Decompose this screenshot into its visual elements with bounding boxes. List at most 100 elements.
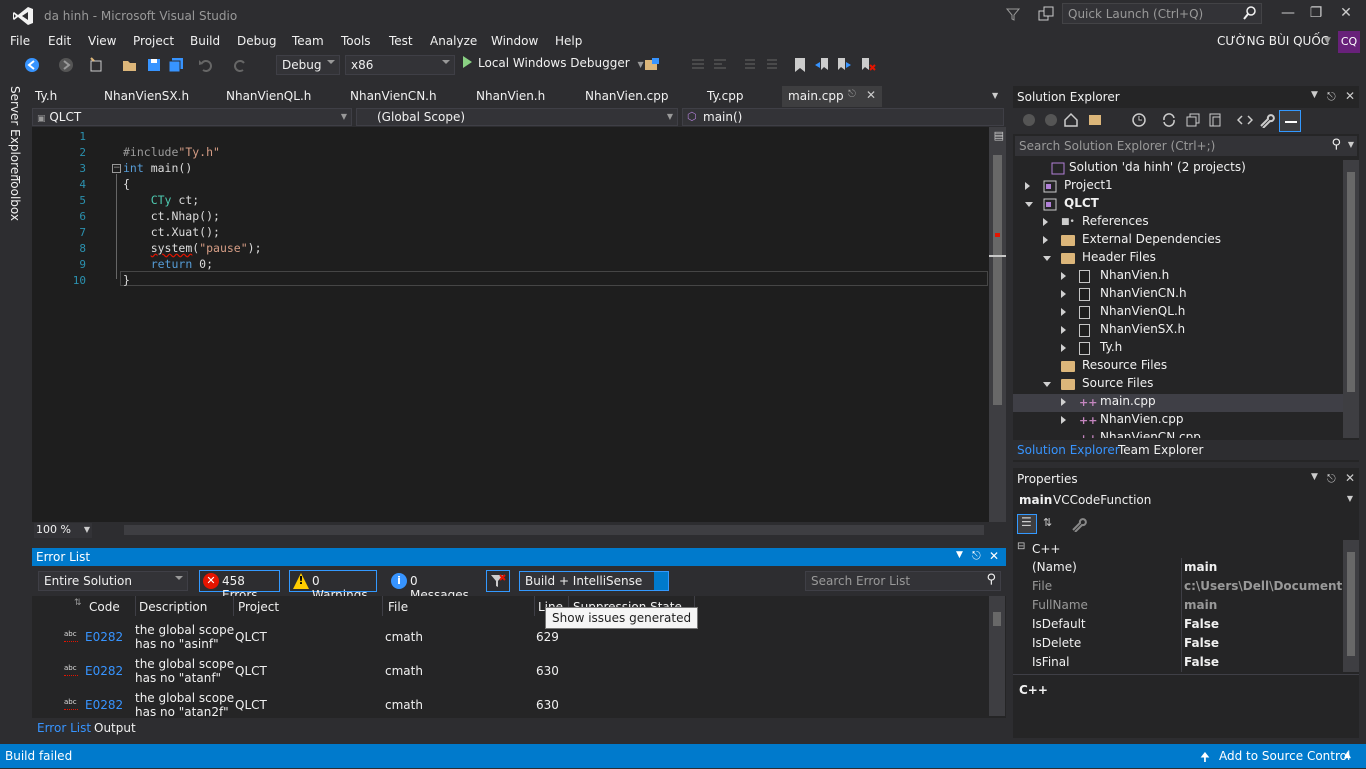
tree-item-references[interactable]: ■• References — [1041, 214, 1149, 232]
pin-icon[interactable]: ⎋ — [1327, 472, 1336, 486]
table-row[interactable]: abc E0282 the global scope has no "atan2… — [32, 688, 992, 720]
error-scope-select[interactable]: Entire Solution — [38, 571, 188, 591]
window-position-icon[interactable]: ▼ — [1311, 472, 1318, 482]
pending-changes-icon[interactable] — [1131, 112, 1147, 128]
pin-icon[interactable]: ⎋ — [1327, 90, 1336, 104]
property-row[interactable]: IsDelete False — [1013, 634, 1343, 653]
open-file-icon[interactable] — [122, 57, 138, 73]
tab-error-list[interactable]: Error List — [37, 721, 91, 735]
format-icon[interactable] — [712, 57, 728, 73]
start-debugging-button[interactable]: Local Windows Debugger ▼ — [463, 56, 644, 74]
expand-arrow-icon[interactable] — [1043, 218, 1048, 226]
expand-arrow-icon[interactable] — [1061, 290, 1066, 298]
forward-icon[interactable] — [1043, 112, 1059, 128]
tab-solution-explorer[interactable]: Solution Explorer — [1017, 443, 1120, 457]
property-row[interactable]: IsFinal False — [1013, 653, 1343, 672]
save-icon[interactable] — [146, 57, 162, 73]
quick-launch-input[interactable]: Quick Launch (Ctrl+Q) — [1062, 3, 1262, 24]
feedback-filter-icon[interactable] — [1006, 7, 1020, 21]
collapse-all-icon[interactable] — [1185, 112, 1201, 128]
uncomment-icon[interactable] — [764, 57, 780, 73]
code-editor[interactable]: 1 2 3 4 5 6 7 8 9 10 − #include"Ty.h" in… — [32, 127, 1006, 539]
tab-nhanvienql-h[interactable]: NhanVienQL.h — [226, 89, 311, 103]
tree-item-nhanviencn-h[interactable]: NhanVienCN.h — [1059, 286, 1187, 304]
chevron-down-icon[interactable]: ▼ — [1348, 140, 1354, 149]
menu-project[interactable]: Project — [133, 34, 174, 48]
collapse-arrow-icon[interactable] — [1043, 382, 1051, 387]
error-search-input[interactable]: Search Error List ⚲ — [805, 571, 1001, 591]
tree-item-solution[interactable]: Solution 'da hinh' (2 projects) — [1051, 160, 1246, 178]
error-list-scrollbar[interactable] — [989, 596, 1005, 716]
tree-item-ty-h[interactable]: Ty.h — [1059, 340, 1122, 358]
expand-arrow-icon[interactable] — [1025, 182, 1030, 190]
properties-scrollbar[interactable] — [1343, 540, 1359, 672]
collapse-category-icon[interactable]: ⊟ — [1017, 541, 1025, 552]
pin-icon[interactable]: ⎋ — [848, 89, 856, 100]
build-filter-dropdown-button[interactable] — [654, 572, 668, 590]
close-panel-icon[interactable]: ✕ — [989, 549, 999, 563]
table-row[interactable]: abc E0282 the global scope has no "atanf… — [32, 654, 992, 688]
window-position-icon[interactable]: ▼ — [1311, 90, 1318, 100]
save-all-icon[interactable] — [168, 57, 184, 73]
close-window-button[interactable]: ✕ — [1336, 5, 1356, 23]
menu-analyze[interactable]: Analyze — [430, 34, 477, 48]
menu-view[interactable]: View — [88, 34, 116, 48]
scrollbar-thumb[interactable] — [1347, 172, 1355, 392]
view-code-icon[interactable] — [1237, 112, 1253, 128]
collapse-region-icon[interactable]: − — [112, 164, 121, 173]
back-icon[interactable] — [24, 57, 40, 73]
align-icon[interactable] — [690, 57, 706, 73]
scrollbar-thumb[interactable] — [993, 612, 1001, 626]
switch-views-icon[interactable] — [1087, 112, 1103, 128]
avatar[interactable]: CQ — [1338, 31, 1360, 53]
bookmark-icon[interactable] — [792, 57, 808, 73]
close-panel-icon[interactable]: ✕ — [1345, 89, 1355, 103]
property-row[interactable]: (Name) main — [1013, 558, 1343, 577]
next-bookmark-icon[interactable] — [836, 57, 852, 73]
chevron-down-icon[interactable]: ▼ — [1324, 36, 1331, 46]
home-icon[interactable] — [1063, 112, 1079, 128]
tree-item-nhanviencn-cpp[interactable]: ++ NhanVienCN.cpp — [1059, 430, 1201, 438]
tree-item-nhanvien-cpp[interactable]: ++ NhanVien.cpp — [1059, 412, 1183, 430]
undo-icon[interactable] — [198, 57, 214, 73]
member-select[interactable]: ⬡ main() — [682, 108, 1004, 126]
property-category[interactable]: ⊟ C++ — [1015, 540, 1343, 558]
tree-item-header-files[interactable]: Header Files — [1041, 250, 1156, 268]
clear-bookmarks-icon[interactable] — [860, 57, 876, 73]
project-select[interactable]: ▣ QLCT ▼ — [32, 108, 352, 126]
collapse-arrow-icon[interactable] — [1043, 256, 1051, 261]
tab-nhanviensx-h[interactable]: NhanVienSX.h — [104, 89, 189, 103]
error-code-link[interactable]: E0282 — [85, 630, 123, 644]
expand-arrow-icon[interactable] — [1061, 272, 1066, 280]
zoom-select[interactable]: 100 % ▼ — [34, 523, 92, 538]
expand-arrow-icon[interactable] — [1061, 308, 1066, 316]
tab-overflow-icon[interactable]: ▼ — [992, 91, 998, 100]
notification-icon[interactable] — [1038, 6, 1054, 22]
column-project[interactable]: Project — [238, 600, 279, 614]
scrollbar-thumb[interactable] — [993, 155, 1002, 405]
tree-item-nhanviensx-h[interactable]: NhanVienSX.h — [1059, 322, 1185, 340]
tree-item-nhanvien-h[interactable]: NhanVien.h — [1059, 268, 1169, 286]
menu-window[interactable]: Window — [491, 34, 538, 48]
expand-arrow-icon[interactable] — [1061, 344, 1066, 352]
property-pages-wrench-icon[interactable] — [1071, 516, 1087, 532]
tree-item-nhanvienql-h[interactable]: NhanVienQL.h — [1059, 304, 1185, 322]
solution-explorer-scrollbar[interactable] — [1343, 160, 1359, 438]
chevron-up-icon[interactable]: ▲ — [1344, 750, 1351, 760]
scrollbar-thumb[interactable] — [1347, 552, 1355, 656]
tree-item-resource-files[interactable]: Resource Files — [1041, 358, 1167, 376]
tab-nhanvien-cpp[interactable]: NhanVien.cpp — [585, 89, 668, 103]
tree-item-project1[interactable]: Project1 — [1023, 178, 1113, 196]
restore-button[interactable]: ❐ — [1306, 5, 1326, 23]
properties-object-select[interactable]: main VCCodeFunction ▼ — [1015, 490, 1357, 510]
tab-team-explorer[interactable]: Team Explorer — [1118, 443, 1204, 457]
tab-ty-cpp[interactable]: Ty.cpp — [707, 89, 744, 103]
column-code[interactable]: Code — [89, 600, 120, 614]
tree-item-main-cpp[interactable]: ++ main.cpp — [1059, 394, 1156, 412]
tab-nhanvien-h[interactable]: NhanVien.h — [476, 89, 545, 103]
menu-file[interactable]: File — [10, 34, 30, 48]
errors-filter-button[interactable]: ✕ 458 Errors — [199, 570, 280, 602]
menu-tools[interactable]: Tools — [341, 34, 371, 48]
split-window-icon[interactable]: ▤ — [994, 129, 1004, 142]
tab-ty-h[interactable]: Ty.h — [35, 89, 57, 103]
